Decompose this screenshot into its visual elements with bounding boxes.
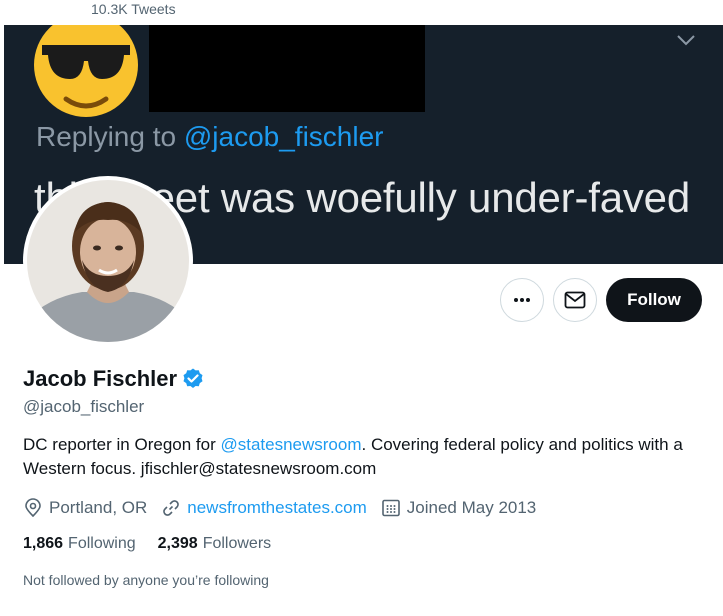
link-icon (163, 500, 180, 516)
followers-label: Followers (202, 535, 272, 552)
social-context: Not followed by anyone you’re following (23, 572, 269, 588)
profile-bio: DC reporter in Oregon for @statesnewsroo… (23, 433, 683, 481)
replying-handle: @jacob_fischler (183, 121, 384, 152)
followers-link[interactable]: 2,398 Followers (158, 535, 272, 553)
location: Portland, OR (23, 498, 147, 518)
bio-text: DC reporter in Oregon for (23, 435, 221, 454)
website-link[interactable]: newsfromthestates.com (187, 498, 367, 518)
name-row: Jacob Fischler (23, 366, 205, 392)
following-count: 1,866 (23, 535, 64, 552)
display-name: Jacob Fischler (23, 366, 178, 391)
profile-meta: Portland, OR newsfromthestates.com Joine… (23, 495, 550, 521)
replying-to-text: Replying to @jacob_fischler (36, 121, 384, 153)
joined-text: Joined May 2013 (406, 498, 537, 517)
tweet-count: 10.3K Tweets (91, 1, 176, 17)
following-label: Following (68, 535, 136, 552)
verified-badge-icon[interactable] (181, 367, 205, 391)
calendar-icon (381, 499, 400, 517)
bio-mention-link[interactable]: @statesnewsroom (220, 435, 361, 454)
avatar-photo (27, 180, 189, 342)
avatar[interactable] (27, 180, 189, 342)
redacted-area (149, 25, 425, 112)
profile-handle: @jacob_fischler (23, 397, 145, 416)
mail-icon (564, 291, 586, 309)
location-pin-icon (25, 498, 41, 518)
replying-prefix: Replying to (36, 121, 184, 152)
join-date: Joined May 2013 (381, 498, 536, 518)
follow-button[interactable]: Follow (606, 278, 702, 322)
more-icon (514, 298, 530, 302)
more-options-button[interactable] (500, 278, 544, 322)
message-button[interactable] (553, 278, 597, 322)
followers-count: 2,398 (157, 535, 198, 552)
location-text: Portland, OR (49, 498, 148, 517)
chevron-down-icon (677, 35, 695, 46)
website[interactable]: newsfromthestates.com (161, 498, 367, 518)
following-link[interactable]: 1,866 Following (23, 535, 136, 553)
sunglasses-emoji-icon (34, 25, 138, 117)
follow-counts: 1,866 Following 2,398 Followers (23, 535, 293, 553)
